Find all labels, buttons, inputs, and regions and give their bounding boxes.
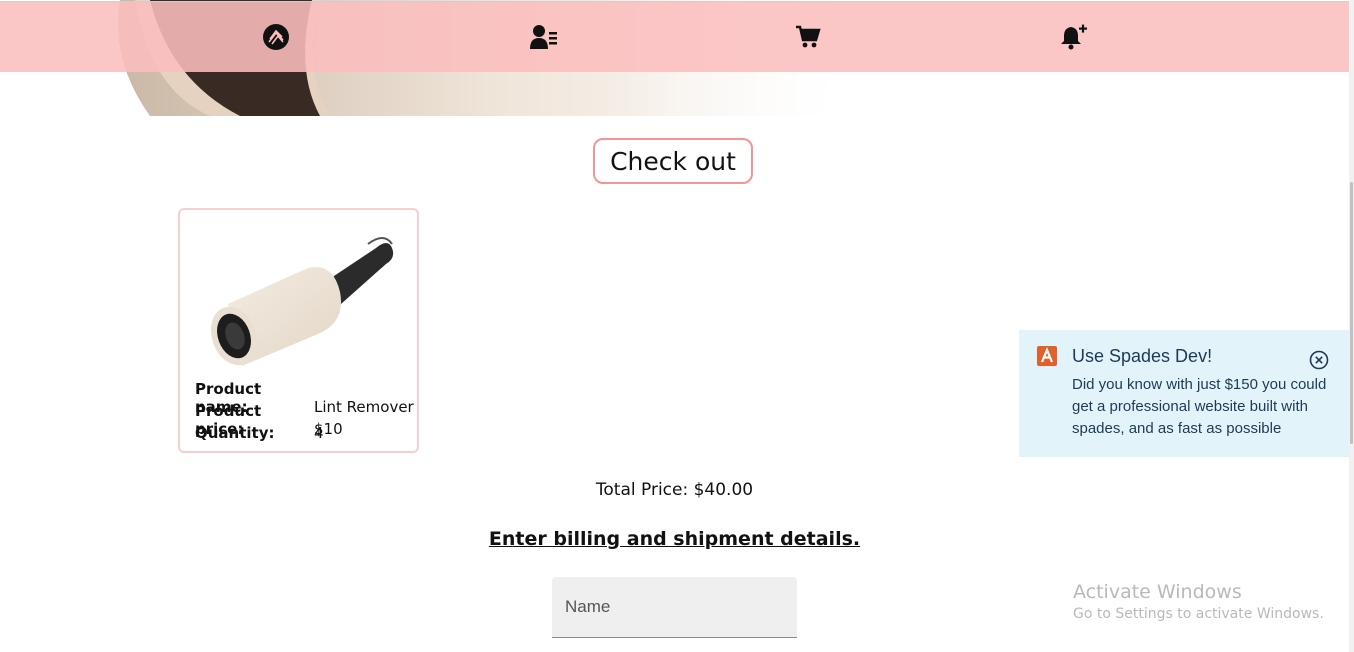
bell-plus-icon bbox=[1061, 24, 1087, 50]
nav-notifications-button[interactable] bbox=[1059, 22, 1089, 52]
name-input[interactable] bbox=[552, 577, 797, 638]
user-list-icon bbox=[530, 25, 557, 49]
product-quantity-label: Quantity: bbox=[195, 424, 275, 442]
spades-logo-icon bbox=[1037, 346, 1057, 366]
cart-icon bbox=[796, 25, 821, 48]
toast-message: Did you know with just $150 you could ge… bbox=[1072, 376, 1327, 437]
page: Check out Product name: Lint Remover Pro… bbox=[0, 0, 1354, 652]
total-price: Total Price: $40.00 bbox=[595, 480, 754, 500]
scrollbar-thumb[interactable] bbox=[1350, 182, 1353, 444]
activate-windows-subtitle: Go to Settings to activate Windows. bbox=[1073, 606, 1324, 622]
nav-profile-button[interactable] bbox=[529, 22, 559, 52]
promo-toast: Use Spades Dev! Did you know with just $… bbox=[1019, 330, 1349, 457]
nav-home-button[interactable] bbox=[261, 22, 291, 52]
nav-cart-button[interactable] bbox=[793, 22, 823, 52]
product-quantity-row: Quantity: 4 bbox=[195, 424, 324, 442]
close-icon[interactable] bbox=[1309, 350, 1329, 370]
product-card: Product name: Lint Remover Product price:… bbox=[178, 208, 419, 453]
toast-title: Use Spades Dev! bbox=[1072, 346, 1213, 366]
billing-heading: Enter billing and shipment details. bbox=[488, 528, 861, 550]
checkout-button[interactable]: Check out bbox=[593, 138, 753, 184]
activate-windows-title: Activate Windows bbox=[1073, 581, 1242, 603]
product-quantity-value: 4 bbox=[314, 424, 324, 442]
lint-roller-image bbox=[210, 237, 394, 366]
top-navbar bbox=[0, 1, 1349, 72]
logo-icon bbox=[263, 24, 289, 50]
